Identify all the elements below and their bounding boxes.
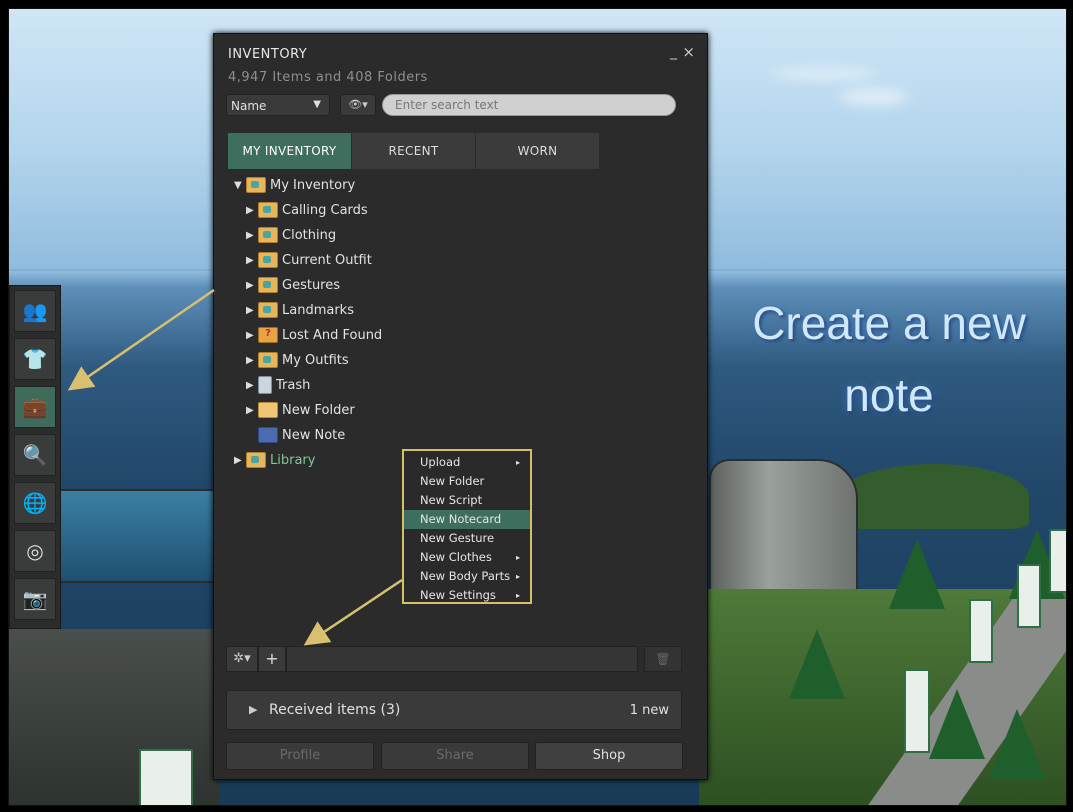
arrow-to-add-button [303,578,403,646]
annotation-arrows [67,288,403,646]
arrow-to-inventory-button [67,288,215,391]
